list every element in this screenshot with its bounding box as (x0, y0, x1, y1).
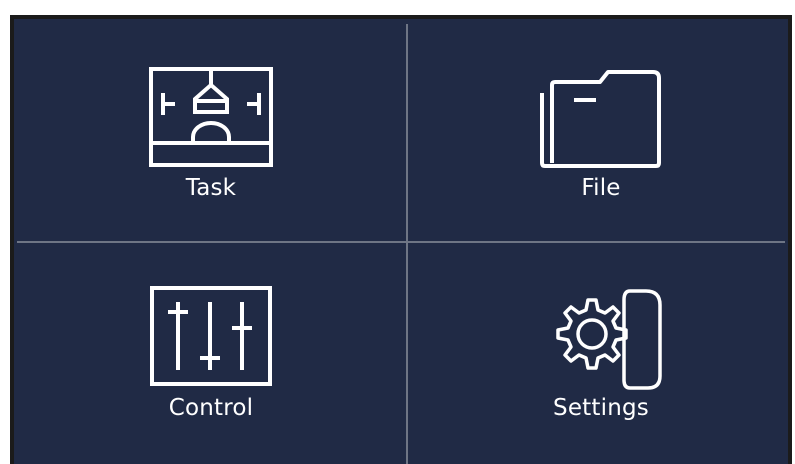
settings-label: Settings (553, 395, 649, 421)
touch-screen: Task File Control Settings (10, 15, 792, 464)
printer-icon (149, 67, 273, 167)
horizontal-divider (17, 241, 785, 243)
control-tile[interactable]: Control (18, 244, 404, 460)
sliders-icon (150, 286, 272, 386)
gear-icon (556, 289, 662, 390)
task-label: Task (185, 175, 237, 201)
folder-icon (540, 70, 661, 168)
control-label: Control (168, 395, 254, 421)
file-tile[interactable]: File (408, 23, 794, 239)
main-menu-grid: Task File Control Settings (14, 19, 788, 464)
file-label: File (581, 175, 621, 201)
task-tile[interactable]: Task (18, 23, 404, 239)
settings-tile[interactable]: Settings (408, 244, 794, 460)
